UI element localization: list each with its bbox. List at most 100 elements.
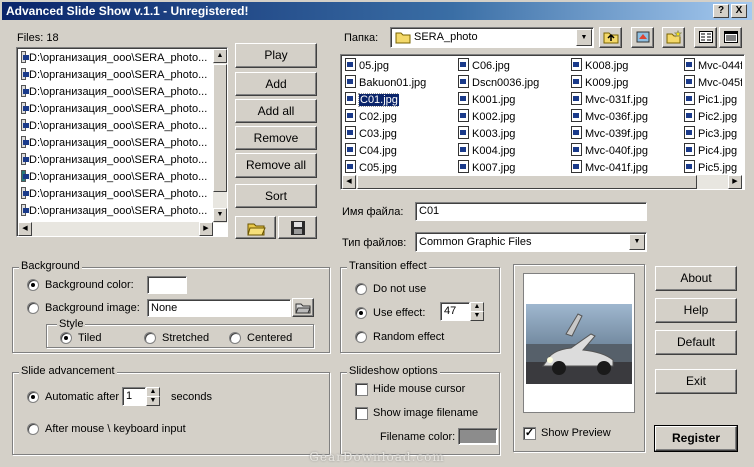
hide-cursor-checkbox[interactable] xyxy=(355,383,368,396)
browser-file-item[interactable]: K002.jpg xyxy=(458,109,515,126)
browser-file-item[interactable]: Mvc-041f.jpg xyxy=(571,160,648,176)
browser-hscroll-thumb[interactable] xyxy=(357,175,697,189)
help-title-button[interactable]: ? xyxy=(713,4,729,18)
file-list-item[interactable]: D:\организация_ooo\SERA_photo... xyxy=(19,50,213,67)
file-list-item[interactable]: D:\организация_ooo\SERA_photo... xyxy=(19,135,213,152)
browser-file-item[interactable]: C04.jpg xyxy=(345,143,397,160)
file-browser-list[interactable]: 05.jpg Bakuon01.jpg C01.jpg C02.jpg C03.jpg C… xyxy=(340,54,745,190)
browser-file-name: K002.jpg xyxy=(472,111,516,123)
browser-file-item[interactable]: Pic4.jpg xyxy=(684,143,737,160)
transition-none-radio[interactable] xyxy=(355,283,367,295)
scroll-up-arrow-icon[interactable]: ▲ xyxy=(213,49,227,63)
browser-file-item[interactable]: K003.jpg xyxy=(458,126,515,143)
remove-all-button[interactable]: Remove all xyxy=(235,153,317,178)
desktop-button[interactable] xyxy=(631,27,654,48)
exit-button[interactable]: Exit xyxy=(655,369,737,394)
file-list-item[interactable]: D:\организация_ooo\SERA_photo... xyxy=(19,67,213,84)
browser-scroll-left-arrow-icon[interactable]: ◀ xyxy=(342,175,356,189)
advance-automatic-radio[interactable] xyxy=(27,391,39,403)
image-file-icon xyxy=(458,143,469,156)
browser-file-item[interactable]: Pic5.jpg xyxy=(684,160,737,176)
sort-button[interactable]: Sort xyxy=(235,184,317,208)
browser-file-item[interactable]: C05.jpg xyxy=(345,160,397,176)
style-tiled-radio[interactable] xyxy=(60,332,72,344)
file-list-item[interactable]: D:\организация_ooo\SERA_photo... xyxy=(19,169,213,186)
file-list-item[interactable]: D:\организация_ooo\SERA_photo... xyxy=(19,118,213,135)
filename-input[interactable]: C01 xyxy=(415,202,647,221)
list-view-button[interactable] xyxy=(694,27,717,48)
file-list-item[interactable]: D:\организация_ooo\SERA_photo... xyxy=(19,152,213,169)
effect-number-input[interactable]: 47 xyxy=(440,302,470,321)
scroll-right-arrow-icon[interactable]: ▶ xyxy=(199,222,213,236)
play-button[interactable]: Play xyxy=(235,43,317,68)
filename-color-swatch[interactable] xyxy=(458,428,498,445)
browser-file-item[interactable]: 05.jpg xyxy=(345,58,389,75)
files-list[interactable]: D:\организация_ooo\SERA_photo... D:\орган… xyxy=(16,47,228,237)
browser-file-item[interactable]: Mvc-039f.jpg xyxy=(571,126,648,143)
browser-file-item[interactable]: C02.jpg xyxy=(345,109,397,126)
advance-seconds-input[interactable]: 1 xyxy=(122,387,146,406)
browser-file-item[interactable]: K009.jpg xyxy=(571,75,628,92)
background-color-swatch[interactable] xyxy=(147,276,187,294)
show-filename-checkbox[interactable] xyxy=(355,407,368,420)
add-all-button[interactable]: Add all xyxy=(235,99,317,123)
browse-background-button[interactable] xyxy=(292,298,314,317)
add-button[interactable]: Add xyxy=(235,72,317,96)
style-centered-radio[interactable] xyxy=(229,332,241,344)
effect-down-arrow-icon[interactable]: ▼ xyxy=(470,311,484,321)
transition-random-radio[interactable] xyxy=(355,331,367,343)
new-folder-button[interactable] xyxy=(662,27,685,48)
browser-file-item[interactable]: Bakuon01.jpg xyxy=(345,75,426,92)
folder-combobox[interactable]: SERA_photo ▼ xyxy=(390,27,594,48)
browser-file-item[interactable]: Mvc-031f.jpg xyxy=(571,92,648,109)
browser-file-item[interactable]: Pic1.jpg xyxy=(684,92,737,109)
close-title-button[interactable]: X xyxy=(731,4,747,18)
browser-file-item[interactable]: C06.jpg xyxy=(458,58,510,75)
browser-scroll-right-arrow-icon[interactable]: ▶ xyxy=(728,175,742,189)
seconds-down-arrow-icon[interactable]: ▼ xyxy=(146,396,160,406)
remove-button[interactable]: Remove xyxy=(235,126,317,150)
scroll-left-arrow-icon[interactable]: ◀ xyxy=(18,222,32,236)
background-image-radio[interactable] xyxy=(27,302,39,314)
filename-label: Имя файла: xyxy=(342,206,404,218)
help-button[interactable]: Help xyxy=(655,298,737,323)
file-list-item[interactable]: D:\организация_ooo\SERA_photo... xyxy=(19,186,213,203)
background-image-input[interactable]: None xyxy=(147,299,291,317)
browser-file-item[interactable]: Pic2.jpg xyxy=(684,109,737,126)
browser-file-item[interactable]: C03.jpg xyxy=(345,126,397,143)
files-hscroll[interactable] xyxy=(18,222,213,236)
up-folder-button[interactable] xyxy=(599,27,622,48)
folder-dropdown-arrow-icon[interactable]: ▼ xyxy=(576,29,592,46)
register-button[interactable]: Register xyxy=(654,425,738,452)
style-stretched-radio[interactable] xyxy=(144,332,156,344)
image-file-icon xyxy=(458,160,469,173)
browser-file-item[interactable]: Mvc-044f. xyxy=(684,58,742,75)
filetype-dropdown-arrow-icon[interactable]: ▼ xyxy=(629,234,645,250)
browser-file-item[interactable]: C01.jpg xyxy=(345,92,399,109)
scroll-down-arrow-icon[interactable]: ▼ xyxy=(213,208,227,222)
default-button[interactable]: Default xyxy=(655,330,737,355)
background-color-radio[interactable] xyxy=(27,279,39,291)
advance-mouse-radio[interactable] xyxy=(27,423,39,435)
transition-use-radio[interactable] xyxy=(355,307,367,319)
filetype-combobox[interactable]: Common Graphic Files ▼ xyxy=(415,232,647,252)
file-list-item[interactable]: D:\организация_ooo\SERA_photo... xyxy=(19,101,213,118)
browser-file-item[interactable]: Dscn0036.jpg xyxy=(458,75,539,92)
show-preview-checkbox[interactable]: ✓ xyxy=(523,427,536,440)
browser-file-item[interactable]: Mvc-045f. xyxy=(684,75,742,92)
save-list-button[interactable] xyxy=(278,216,317,239)
file-list-item[interactable]: D:\организация_ooo\SERA_photo... xyxy=(19,203,213,220)
browser-file-item[interactable]: K001.jpg xyxy=(458,92,515,109)
details-view-button[interactable] xyxy=(719,27,742,48)
open-folder-button[interactable] xyxy=(235,216,276,239)
files-vscroll-thumb[interactable] xyxy=(213,64,227,192)
browser-file-item[interactable]: K008.jpg xyxy=(571,58,628,75)
browser-file-item[interactable]: Mvc-036f.jpg xyxy=(571,109,648,126)
browser-file-item[interactable]: K007.jpg xyxy=(458,160,515,176)
browser-file-item[interactable]: Pic3.jpg xyxy=(684,126,737,143)
browser-file-item[interactable]: K004.jpg xyxy=(458,143,515,160)
browser-file-item[interactable]: Mvc-040f.jpg xyxy=(571,143,648,160)
about-button[interactable]: About xyxy=(655,266,737,291)
file-list-item[interactable]: D:\организация_ooo\SERA_photo... xyxy=(19,84,213,101)
image-file-icon xyxy=(345,58,356,71)
